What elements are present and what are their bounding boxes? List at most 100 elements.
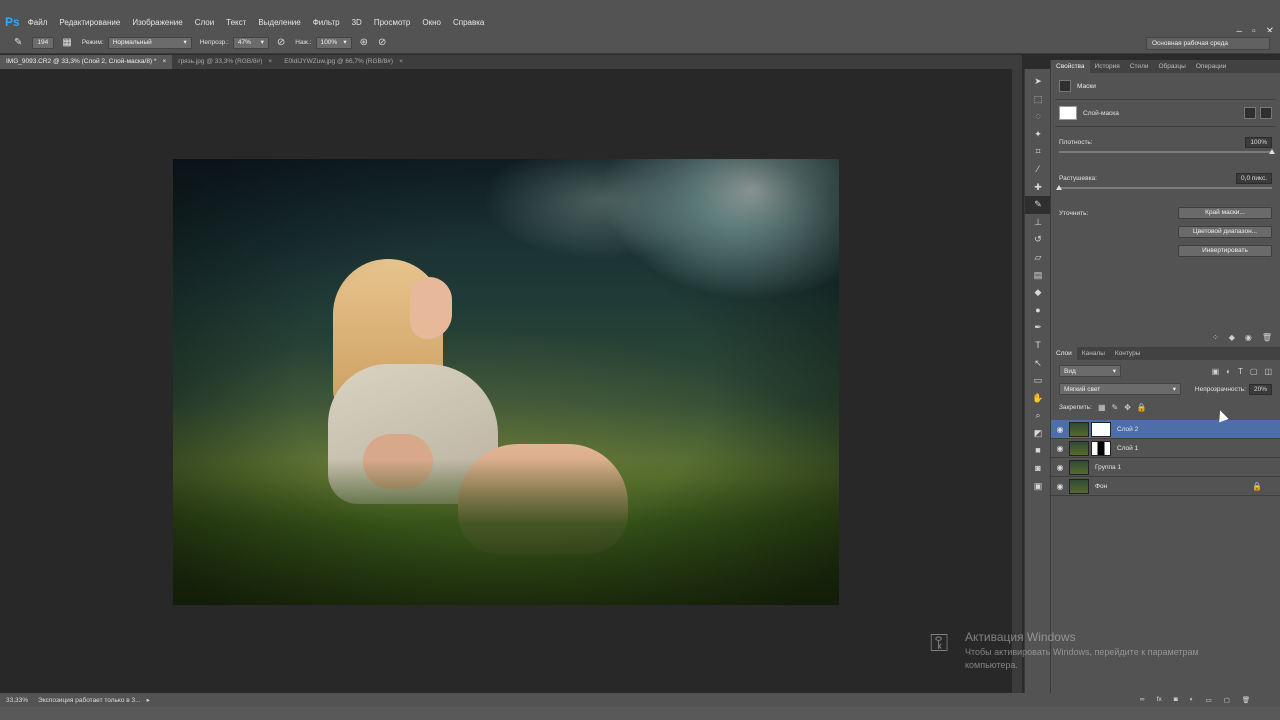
feather-slider[interactable] bbox=[1056, 185, 1272, 190]
layer-filter-select[interactable]: Вид ▾ bbox=[1059, 365, 1121, 377]
screen-mode-icon[interactable]: ▣ bbox=[1025, 478, 1051, 496]
blur-tool-icon[interactable]: ◆ bbox=[1025, 284, 1051, 302]
tab-gryaz[interactable]: грязь.jpg @ 33,3% (RGB/8#) × bbox=[172, 55, 278, 69]
menu-edit[interactable]: Редактирование bbox=[59, 18, 120, 27]
mask-edge-button[interactable]: Край маски... bbox=[1178, 207, 1272, 219]
menu-3d[interactable]: 3D bbox=[352, 18, 362, 27]
density-slider-knob[interactable] bbox=[1269, 149, 1275, 154]
workspace-select[interactable]: Основная рабочая среда bbox=[1146, 37, 1270, 50]
lock-transparency-icon[interactable]: ▦ bbox=[1098, 403, 1106, 412]
quick-mask-icon[interactable]: ◙ bbox=[1025, 460, 1051, 478]
status-arrow-icon[interactable]: ▸ bbox=[147, 696, 150, 704]
filter-shape-icon[interactable]: ▢ bbox=[1250, 367, 1258, 376]
brush-tool-icon[interactable]: ✎ bbox=[1025, 196, 1051, 214]
tab-properties[interactable]: Свойства bbox=[1051, 60, 1090, 73]
pressure-opacity-icon[interactable]: ⊘ bbox=[277, 37, 285, 48]
new-layer-icon[interactable]: ▢ bbox=[1224, 696, 1230, 704]
gradient-tool-icon[interactable]: ▤ bbox=[1025, 267, 1051, 285]
pressure-size-icon[interactable]: ⊘ bbox=[378, 37, 386, 48]
tab-paths[interactable]: Контуры bbox=[1110, 347, 1146, 360]
quick-select-tool-icon[interactable]: ✦ bbox=[1025, 126, 1051, 144]
type-tool-icon[interactable]: T bbox=[1025, 337, 1051, 355]
trash-icon[interactable]: 🗑 bbox=[1262, 333, 1272, 342]
lasso-tool-icon[interactable]: ◌ bbox=[1025, 108, 1051, 126]
eyedropper-tool-icon[interactable]: ⁄ bbox=[1025, 161, 1051, 179]
menu-select[interactable]: Выделение bbox=[258, 18, 300, 27]
lock-pixels-icon[interactable]: ✎ bbox=[1112, 403, 1119, 412]
menu-view[interactable]: Просмотр bbox=[374, 18, 411, 27]
zoom-tool-icon[interactable]: ⌕ bbox=[1025, 407, 1051, 425]
default-colors-icon[interactable]: ◩ bbox=[1025, 425, 1051, 443]
shape-tool-icon[interactable]: ▭ bbox=[1025, 372, 1051, 390]
brush-panel-icon[interactable]: ▦ bbox=[62, 37, 71, 48]
pen-tool-icon[interactable]: ✒ bbox=[1025, 319, 1051, 337]
mode-select[interactable]: Нормальный ▾ bbox=[107, 36, 192, 49]
pixel-mask-icon[interactable] bbox=[1244, 107, 1256, 119]
density-field[interactable]: 100% bbox=[1245, 137, 1272, 148]
marquee-tool-icon[interactable]: ⬚ bbox=[1025, 91, 1051, 109]
filter-adjustment-icon[interactable]: ◐ bbox=[1226, 367, 1231, 376]
menu-window[interactable]: Окно bbox=[422, 18, 441, 27]
color-range-button[interactable]: Цветовой диапазон... bbox=[1178, 226, 1272, 238]
feather-slider-knob[interactable] bbox=[1056, 185, 1062, 190]
healing-tool-icon[interactable]: ✚ bbox=[1025, 179, 1051, 197]
eraser-tool-icon[interactable]: ▱ bbox=[1025, 249, 1051, 267]
menu-file[interactable]: Файл bbox=[28, 18, 48, 27]
stamp-tool-icon[interactable]: ⊥ bbox=[1025, 214, 1051, 232]
layer-row-sloy-2[interactable]: ◉ Слой 2 bbox=[1051, 420, 1280, 439]
invert-button[interactable]: Инвертировать bbox=[1178, 245, 1272, 257]
tab-channels[interactable]: Каналы bbox=[1077, 347, 1110, 360]
path-select-tool-icon[interactable]: ↖ bbox=[1025, 355, 1051, 373]
tab-img-9093[interactable]: IMG_9093.CR2 @ 33,3% (Слой 2, Слой-маска… bbox=[0, 55, 173, 69]
brush-size-picker[interactable]: 194 bbox=[32, 36, 55, 49]
load-selection-icon[interactable]: ⁘ bbox=[1212, 333, 1219, 342]
layer-row-gruppa-1[interactable]: ◉ Группа 1 bbox=[1051, 458, 1280, 477]
layer-row-fon[interactable]: ◉ Фон 🔒 bbox=[1051, 477, 1280, 496]
menu-help[interactable]: Справка bbox=[453, 18, 484, 27]
menu-filter[interactable]: Фильтр bbox=[313, 18, 340, 27]
layer-opacity-field[interactable]: 20% bbox=[1248, 383, 1272, 395]
history-brush-tool-icon[interactable]: ↺ bbox=[1025, 231, 1051, 249]
eye-icon[interactable]: ◉ bbox=[1051, 463, 1069, 472]
lock-position-icon[interactable]: ✥ bbox=[1124, 403, 1131, 412]
tab-layers[interactable]: Слои bbox=[1051, 347, 1077, 360]
filter-pixel-icon[interactable]: ▣ bbox=[1212, 367, 1220, 376]
crop-tool-icon[interactable]: ⌗ bbox=[1025, 143, 1051, 161]
close-icon[interactable]: × bbox=[399, 58, 403, 66]
adjustment-layer-icon[interactable]: ◐ bbox=[1190, 696, 1194, 704]
close-icon[interactable]: × bbox=[162, 58, 166, 66]
menu-type[interactable]: Текст bbox=[226, 18, 246, 27]
lock-all-icon[interactable]: 🔒 bbox=[1137, 403, 1147, 412]
layer-mask-thumbnail[interactable] bbox=[1091, 421, 1111, 437]
blend-mode-select[interactable]: Мягкий свет ▾ bbox=[1059, 383, 1181, 395]
canvas-scrollbar[interactable] bbox=[1012, 69, 1022, 693]
move-tool-icon[interactable]: ➤ bbox=[1025, 73, 1051, 91]
filter-type-icon[interactable]: T bbox=[1238, 367, 1243, 376]
visibility-icon[interactable]: ◉ bbox=[1245, 333, 1252, 342]
dodge-tool-icon[interactable]: ● bbox=[1025, 302, 1051, 320]
eye-icon[interactable]: ◉ bbox=[1051, 425, 1069, 434]
density-slider[interactable] bbox=[1059, 149, 1275, 154]
fx-icon[interactable]: fx bbox=[1157, 696, 1162, 704]
zoom-readout[interactable]: 33,33% bbox=[6, 697, 28, 704]
tab-actions[interactable]: Операции bbox=[1191, 60, 1231, 73]
airbrush-icon[interactable]: ⊛ bbox=[360, 37, 368, 48]
layer-row-sloy-1[interactable]: ◉ Слой 1 bbox=[1051, 439, 1280, 458]
foreground-color-icon[interactable]: ■ bbox=[1025, 442, 1051, 460]
vector-mask-icon[interactable] bbox=[1260, 107, 1272, 119]
filter-smart-icon[interactable]: ◫ bbox=[1264, 367, 1272, 376]
document-photo[interactable] bbox=[173, 159, 839, 605]
add-mask-icon[interactable]: ◙ bbox=[1174, 696, 1178, 704]
tab-swatches[interactable]: Образцы bbox=[1154, 60, 1191, 73]
link-layers-icon[interactable]: ∞ bbox=[1140, 696, 1145, 704]
eye-icon[interactable]: ◉ bbox=[1051, 444, 1069, 453]
brush-tool-icon[interactable]: ✎ bbox=[14, 37, 22, 48]
close-icon[interactable]: × bbox=[268, 58, 272, 66]
tab-styles[interactable]: Стили bbox=[1125, 60, 1154, 73]
tab-e0ldijywzuw[interactable]: E0ldIJYWZuw.jpg @ 66,7% (RGB/8#) × bbox=[278, 55, 409, 69]
pressure-field[interactable]: 100% ▾ bbox=[315, 36, 352, 49]
tab-history[interactable]: История bbox=[1090, 60, 1125, 73]
opacity-field[interactable]: 47% ▾ bbox=[232, 36, 269, 49]
eye-icon[interactable]: ◉ bbox=[1051, 482, 1069, 491]
layer-mask-thumbnail[interactable] bbox=[1091, 440, 1111, 456]
